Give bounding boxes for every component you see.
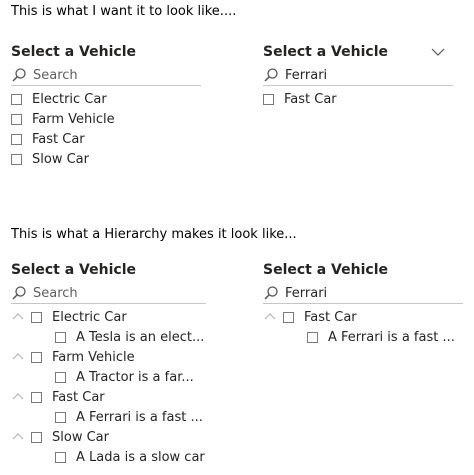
slicer-desired-filtered: Select a Vehicle Ferrari Fast Car	[263, 42, 453, 109]
search-input[interactable]: Ferrari	[285, 286, 327, 301]
slicer-hierarchy-filtered: Select a Vehicle Ferrari Fast Car A Ferr…	[263, 260, 463, 347]
group-label: Slow Car	[52, 429, 109, 445]
checkbox[interactable]	[11, 153, 22, 165]
hierarchy-group[interactable]: Slow Car	[11, 427, 206, 447]
item-label: Slow Car	[32, 151, 89, 167]
hierarchy-child[interactable]: A Lada is a slow car	[11, 447, 206, 467]
chevron-up-icon[interactable]	[11, 390, 25, 404]
search-icon	[264, 286, 278, 300]
search-box[interactable]: Ferrari	[263, 65, 453, 86]
list-item[interactable]: Fast Car	[263, 89, 453, 109]
checkbox[interactable]	[55, 331, 66, 343]
child-label: A Tractor is a far...	[76, 369, 194, 385]
search-input[interactable]: Search	[33, 286, 78, 301]
top-caption: This is what I want it to look like....	[11, 4, 237, 19]
hierarchy-child[interactable]: A Tesla is an elect...	[11, 327, 206, 347]
checkbox[interactable]	[263, 93, 274, 105]
checkbox[interactable]	[31, 351, 42, 363]
group-label: Fast Car	[304, 309, 357, 325]
chevron-up-icon[interactable]	[11, 350, 25, 364]
checkbox[interactable]	[55, 451, 66, 463]
hierarchy-child[interactable]: A Tractor is a far...	[11, 367, 206, 387]
search-box[interactable]: Search	[11, 65, 201, 86]
list-item[interactable]: Farm Vehicle	[11, 109, 201, 129]
slicer-title: Select a Vehicle	[11, 44, 136, 60]
checkbox[interactable]	[31, 311, 42, 323]
child-label: A Ferrari is a fast ...	[76, 409, 203, 425]
checkbox[interactable]	[55, 411, 66, 423]
slicer-title: Select a Vehicle	[263, 262, 388, 278]
checkbox[interactable]	[283, 311, 294, 323]
child-label: A Ferrari is a fast ...	[328, 329, 455, 345]
checkbox[interactable]	[307, 331, 318, 343]
chevron-up-icon[interactable]	[263, 310, 277, 324]
hierarchy-group[interactable]: Electric Car	[11, 307, 206, 327]
search-box[interactable]: Search	[11, 283, 206, 304]
item-label: Fast Car	[284, 91, 337, 107]
checkbox[interactable]	[55, 371, 66, 383]
hierarchy-group[interactable]: Fast Car	[263, 307, 463, 327]
item-label: Farm Vehicle	[32, 111, 115, 127]
child-label: A Lada is a slow car	[76, 449, 205, 465]
hierarchy-group[interactable]: Fast Car	[11, 387, 206, 407]
checkbox[interactable]	[31, 431, 42, 443]
child-label: A Tesla is an elect...	[76, 329, 205, 345]
bottom-caption: This is what a Hierarchy makes it look l…	[11, 227, 297, 242]
item-label: Electric Car	[32, 91, 107, 107]
checkbox[interactable]	[11, 93, 22, 105]
slicer-title: Select a Vehicle	[263, 44, 388, 60]
checkbox[interactable]	[31, 391, 42, 403]
search-icon	[264, 68, 278, 82]
group-label: Electric Car	[52, 309, 127, 325]
chevron-down-icon[interactable]	[430, 44, 446, 60]
search-input[interactable]: Ferrari	[285, 68, 327, 83]
item-label: Fast Car	[32, 131, 85, 147]
chevron-up-icon[interactable]	[11, 430, 25, 444]
search-input[interactable]: Search	[33, 68, 78, 83]
checkbox[interactable]	[11, 113, 22, 125]
hierarchy-group[interactable]: Farm Vehicle	[11, 347, 206, 367]
list-item[interactable]: Slow Car	[11, 149, 201, 169]
hierarchy-child[interactable]: A Ferrari is a fast ...	[263, 327, 463, 347]
hierarchy-child[interactable]: A Ferrari is a fast ...	[11, 407, 206, 427]
slicer-desired-default: Select a Vehicle Search Electric Car Far…	[11, 42, 201, 169]
chevron-up-icon[interactable]	[11, 310, 25, 324]
search-icon	[12, 68, 26, 82]
slicer-hierarchy-default: Select a Vehicle Search Electric Car A T…	[11, 260, 206, 467]
search-box[interactable]: Ferrari	[263, 283, 463, 304]
list-item[interactable]: Fast Car	[11, 129, 201, 149]
list-item[interactable]: Electric Car	[11, 89, 201, 109]
search-icon	[12, 286, 26, 300]
group-label: Fast Car	[52, 389, 105, 405]
slicer-title: Select a Vehicle	[11, 262, 136, 278]
group-label: Farm Vehicle	[52, 349, 135, 365]
checkbox[interactable]	[11, 133, 22, 145]
